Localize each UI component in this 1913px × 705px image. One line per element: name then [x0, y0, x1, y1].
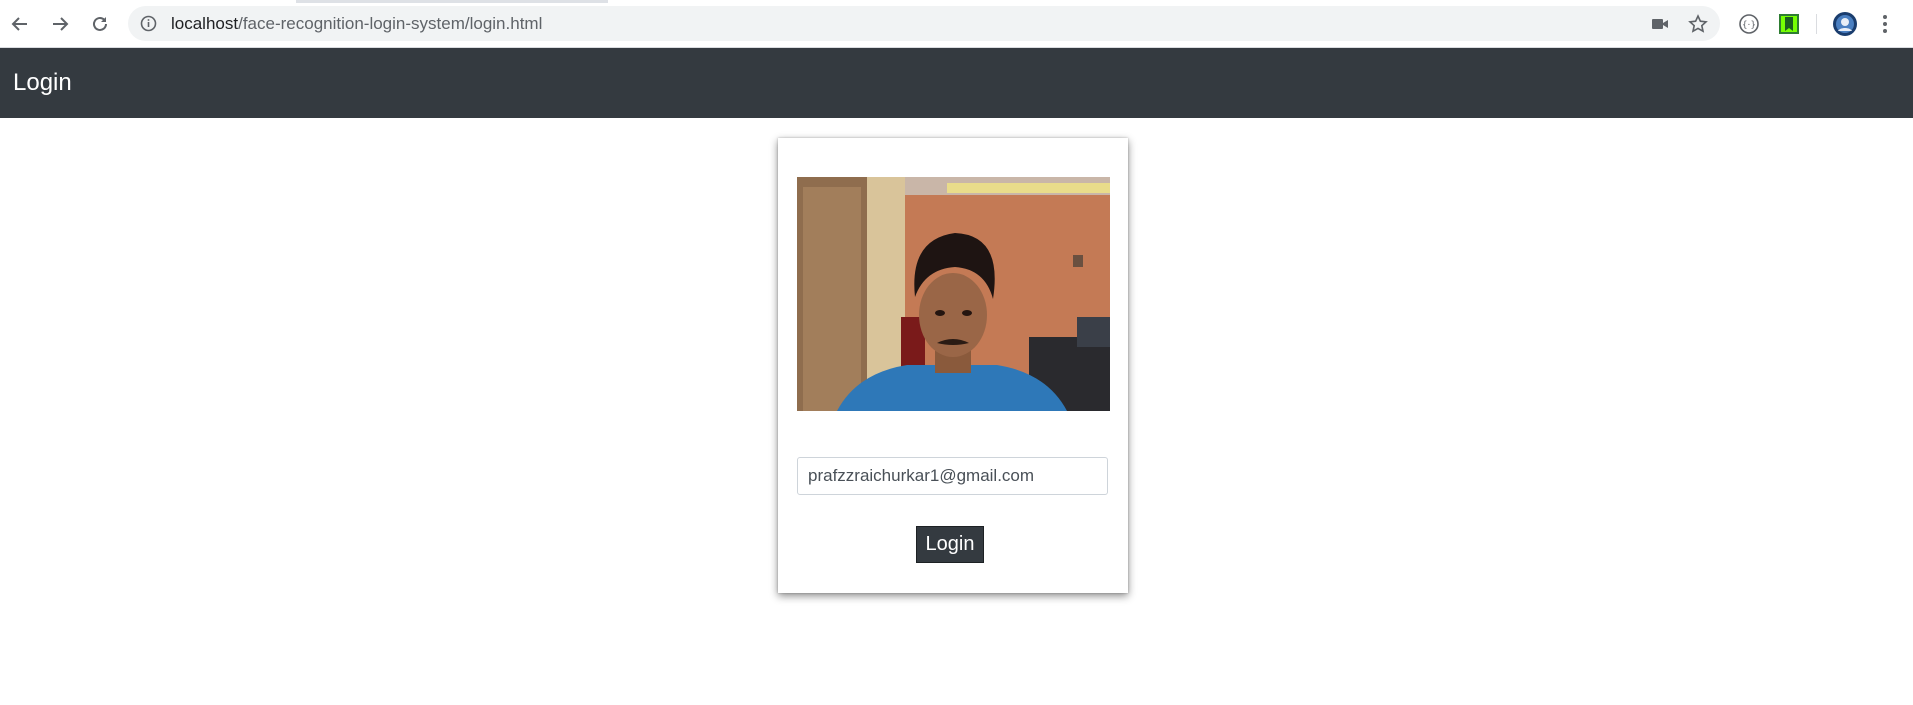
url-text[interactable]: localhost/face-recognition-login-system/… [171, 14, 542, 34]
profile-button[interactable] [1832, 11, 1858, 37]
forward-arrow-icon [53, 17, 69, 31]
webcam-frame-image [797, 177, 1110, 411]
url-path: /face-recognition-login-system/login.htm… [238, 14, 543, 33]
bookmark-extension-icon [1779, 14, 1799, 34]
extension-button-2[interactable] [1776, 11, 1802, 37]
tab-strip-edge [296, 0, 608, 3]
login-button[interactable]: Login [916, 526, 984, 563]
back-arrow-icon [11, 17, 27, 31]
profile-avatar-icon [1833, 12, 1857, 36]
kebab-menu-icon [1883, 15, 1887, 33]
webcam-video-feed [797, 177, 1110, 411]
camera-indicator[interactable] [1650, 15, 1670, 33]
email-input[interactable] [797, 457, 1108, 495]
bookmark-star-button[interactable] [1688, 14, 1708, 33]
camera-icon [1652, 19, 1668, 29]
star-icon [1688, 14, 1708, 33]
navbar-brand[interactable]: Login [13, 68, 72, 98]
info-icon[interactable] [140, 15, 157, 32]
browser-menu-button[interactable] [1872, 11, 1898, 37]
login-card: Login [778, 138, 1128, 593]
extension-icon: {·} [1739, 14, 1759, 34]
toolbar-separator [1816, 14, 1817, 34]
reload-icon [93, 16, 107, 31]
url-host: localhost [171, 14, 239, 33]
svg-text:{·}: {·} [1742, 21, 1756, 31]
back-button[interactable] [4, 8, 36, 40]
extension-button-1[interactable]: {·} [1736, 11, 1762, 37]
address-bar[interactable]: localhost/face-recognition-login-system/… [128, 6, 1720, 41]
app-navbar: Login [0, 48, 1913, 118]
browser-toolbar: localhost/face-recognition-login-system/… [0, 0, 1913, 48]
forward-button[interactable] [44, 8, 76, 40]
reload-button[interactable] [84, 8, 116, 40]
